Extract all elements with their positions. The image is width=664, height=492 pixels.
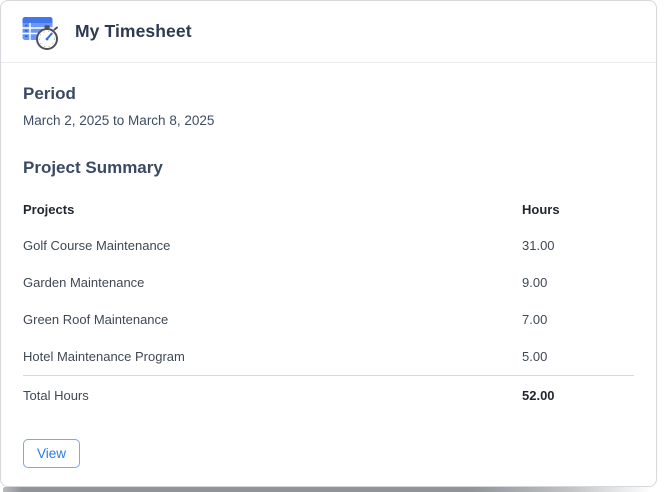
view-button[interactable]: View — [23, 439, 81, 468]
timesheet-stopwatch-icon — [21, 12, 61, 52]
table-row: Golf Course Maintenance 31.00 — [23, 227, 634, 264]
project-name-cell: Garden Maintenance — [23, 275, 145, 290]
hours-cell: 5.00 — [522, 349, 548, 364]
timesheet-widget-page: My Timesheet Period March 2, 2025 to Mar… — [0, 0, 664, 492]
period-heading: Period — [23, 84, 76, 103]
hours-cell: 7.00 — [522, 312, 548, 327]
window-edge-strip — [3, 487, 651, 492]
period-date-range: March 2, 2025 to March 8, 2025 — [23, 113, 215, 128]
total-label-cell: Total Hours — [23, 375, 522, 415]
total-row: Total Hours 52.00 — [23, 375, 634, 415]
table-row: Green Roof Maintenance 7.00 — [23, 301, 634, 338]
project-summary-heading: Project Summary — [23, 158, 163, 177]
hours-cell: 31.00 — [522, 238, 555, 253]
project-name-cell: Golf Course Maintenance — [23, 238, 171, 253]
timesheet-card: My Timesheet Period March 2, 2025 to Mar… — [0, 0, 657, 487]
card-title: My Timesheet — [75, 21, 192, 41]
card-header: My Timesheet — [1, 1, 656, 63]
column-header-projects: Projects — [23, 202, 75, 217]
table-row: Garden Maintenance 9.00 — [23, 264, 634, 301]
project-name-cell: Green Roof Maintenance — [23, 312, 169, 327]
hours-cell: 9.00 — [522, 275, 548, 290]
table-row: Hotel Maintenance Program 5.00 — [23, 338, 634, 376]
total-hours-cell: 52.00 — [522, 375, 634, 415]
project-summary-table: Projects Hours Golf Course Maintenance 3… — [23, 194, 634, 415]
table-header-row: Projects Hours — [23, 194, 634, 227]
project-name-cell: Hotel Maintenance Program — [23, 349, 185, 364]
column-header-hours: Hours — [522, 202, 560, 217]
card-body: Period March 2, 2025 to March 8, 2025 Pr… — [1, 84, 656, 468]
